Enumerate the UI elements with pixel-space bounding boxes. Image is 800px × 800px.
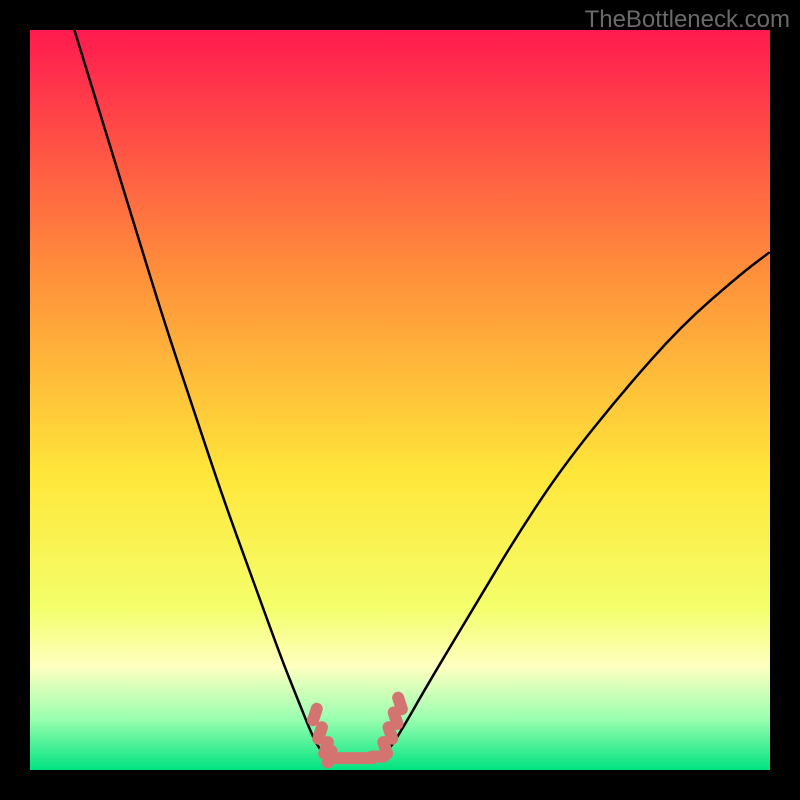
- bottleneck-curve: [74, 30, 770, 755]
- plot-area: [30, 30, 770, 770]
- curve-layer: [30, 30, 770, 770]
- chart-frame: TheBottleneck.com: [0, 0, 800, 800]
